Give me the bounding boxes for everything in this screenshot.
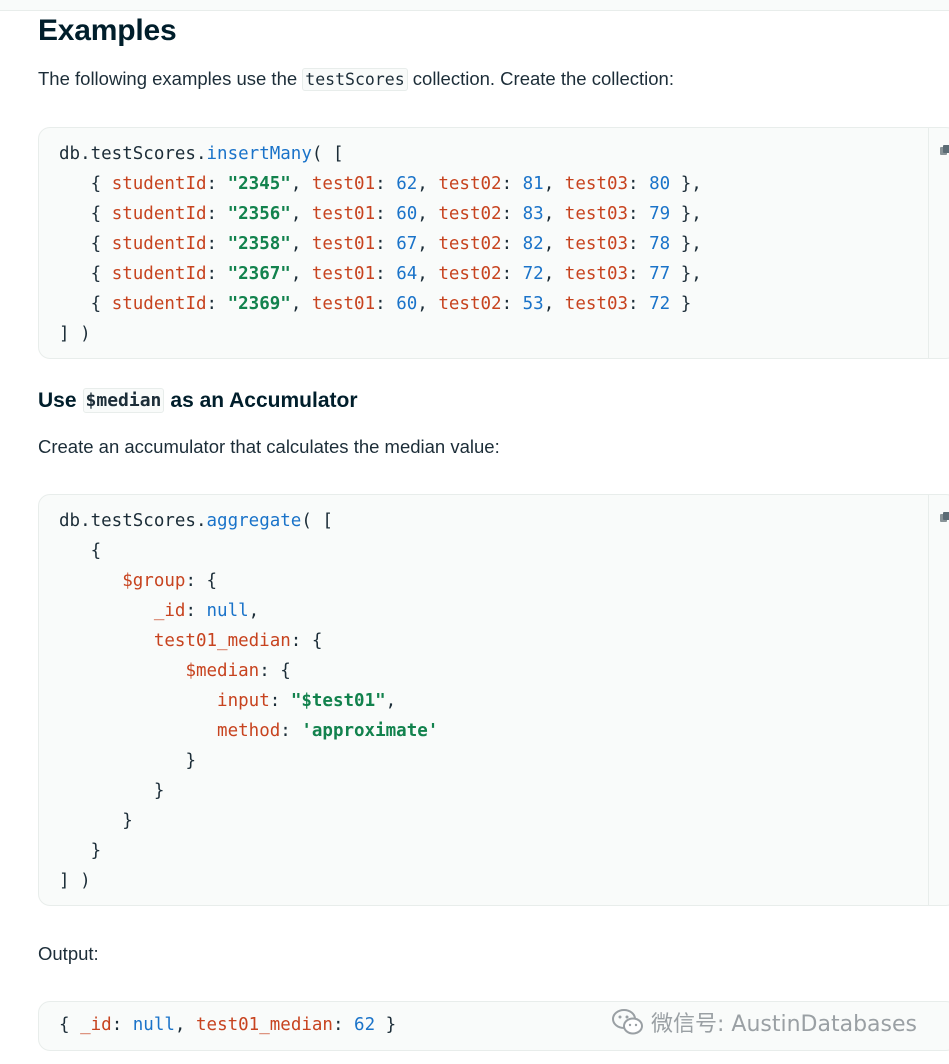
code-line: { studentId: "2369", test01: 60, test02:… [59,294,692,314]
watermark-text: 微信号: AustinDatabases [651,1012,917,1037]
code-block-insertmany[interactable]: db.testScores.insertMany( [ { studentId:… [38,127,949,359]
intro-text-before: The following examples use the [38,68,298,89]
heading-suffix: as an Accumulator [170,388,358,412]
code-line: db.testScores.insertMany( [ [59,144,344,164]
code-block-rail [928,495,929,905]
heading-prefix: Use [38,388,77,412]
code-block-aggregate[interactable]: db.testScores.aggregate( [ { $group: { _… [38,494,949,906]
output-label: Output: [38,943,99,964]
inline-code-median: $median [82,388,165,413]
accumulator-description: Create an accumulator that calculates th… [38,436,500,457]
inline-code-testscores: testScores [302,68,408,91]
code-line: { studentId: "2345", test01: 62, test02:… [59,174,702,194]
wechat-icon [612,1009,644,1035]
code-line: input: "$test01", [217,691,397,711]
intro-text: The following examples use the testScore… [38,68,674,91]
code-line: $median: { [185,661,291,681]
code-line: { studentId: "2356", test01: 60, test02:… [59,204,702,224]
code-line: test01_median: { [153,631,323,651]
code-line: } [90,841,102,861]
copy-icon[interactable] [939,511,949,523]
top-divider [0,0,949,11]
code-line: { studentId: "2358", test01: 67, test02:… [59,234,702,254]
code-block-rail [928,128,929,358]
copy-icon[interactable] [939,144,949,156]
code-line: } [153,781,165,801]
section-heading-median: Use $median as an Accumulator [38,388,358,413]
code-line: method: 'approximate' [217,721,439,741]
code-line: { studentId: "2367", test01: 64, test02:… [59,264,702,284]
page-title: Examples [38,14,177,47]
wechat-watermark: 微信号: AustinDatabases [611,1006,917,1038]
intro-text-after: collection. Create the collection: [412,68,674,89]
code-line: ] ) [59,871,91,891]
code-line: _id: null, [153,601,260,621]
code-line: { [90,541,102,561]
code-line: ] ) [59,324,91,344]
code-line: } [185,751,196,771]
code-line: $group: { [122,571,218,591]
code-line: db.testScores.aggregate( [ [59,511,333,531]
code-line: } [122,811,133,831]
code-line: { _id: null, test01_median: 62 } [59,1015,397,1035]
